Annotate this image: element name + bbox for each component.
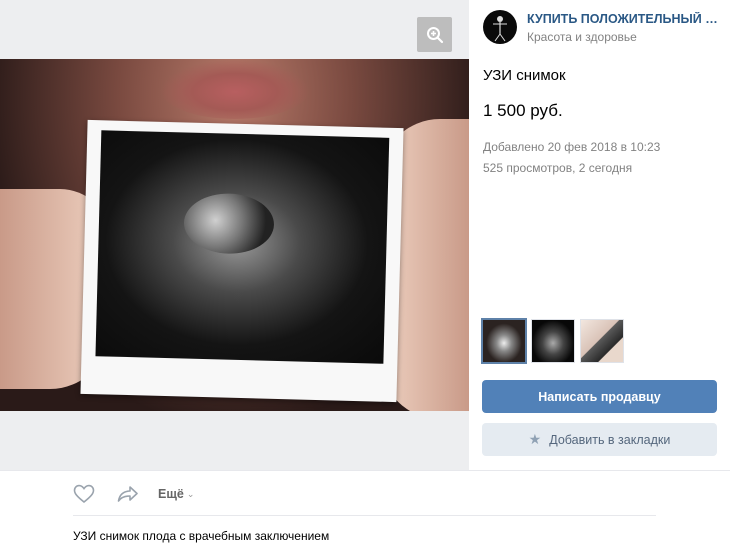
- item-info-panel: КУПИТЬ ПОЛОЖИТЕЛЬНЫЙ ТЕСТ ... Красота и …: [469, 0, 730, 470]
- write-seller-label: Написать продавцу: [538, 389, 661, 404]
- share-button[interactable]: [117, 483, 139, 505]
- group-category[interactable]: Красота и здоровье: [527, 30, 637, 44]
- fetus-shape: [183, 192, 275, 255]
- thumbnail-2[interactable]: [531, 319, 575, 363]
- item-title: УЗИ снимок: [483, 67, 566, 84]
- item-footer: Ещё ⌄ УЗИ снимок плода с врачебным заклю…: [0, 470, 730, 556]
- add-bookmark-button[interactable]: ★ Добавить в закладки: [482, 423, 717, 456]
- thumbnail-3[interactable]: [580, 319, 624, 363]
- write-seller-button[interactable]: Написать продавцу: [482, 380, 717, 413]
- group-name-link[interactable]: КУПИТЬ ПОЛОЖИТЕЛЬНЫЙ ТЕСТ ...: [527, 12, 722, 26]
- item-description: УЗИ снимок плода с врачебным заключением: [73, 529, 330, 543]
- star-icon: ★: [528, 431, 542, 447]
- photo-area: [0, 0, 469, 470]
- photo-thumbnails: [481, 318, 624, 364]
- group-avatar[interactable]: [483, 10, 517, 44]
- item-photo[interactable]: [0, 59, 469, 411]
- ultrasound-print: [80, 119, 404, 403]
- skeleton-logo-icon: [493, 16, 507, 42]
- item-views: 525 просмотров, 2 сегодня: [483, 161, 633, 175]
- item-actions: Ещё ⌄: [73, 483, 194, 505]
- photo-lips: [160, 59, 310, 119]
- like-button[interactable]: [73, 483, 95, 505]
- footer-divider: [73, 515, 656, 516]
- more-label: Ещё: [158, 487, 184, 501]
- zoom-button[interactable]: [417, 17, 452, 52]
- zoom-in-icon: [426, 26, 443, 43]
- ultrasound-scan: [95, 130, 390, 364]
- heart-icon: [73, 484, 95, 504]
- share-arrow-icon: [117, 486, 138, 502]
- add-bookmark-label: Добавить в закладки: [549, 432, 671, 447]
- more-menu-button[interactable]: Ещё ⌄: [158, 487, 194, 501]
- item-added-date: Добавлено 20 фев 2018 в 10:23: [483, 140, 661, 154]
- chevron-down-icon: ⌄: [186, 488, 195, 499]
- market-item-modal: КУПИТЬ ПОЛОЖИТЕЛЬНЫЙ ТЕСТ ... Красота и …: [0, 0, 730, 556]
- thumbnail-1[interactable]: [481, 318, 527, 364]
- item-price: 1 500 руб.: [483, 101, 563, 120]
